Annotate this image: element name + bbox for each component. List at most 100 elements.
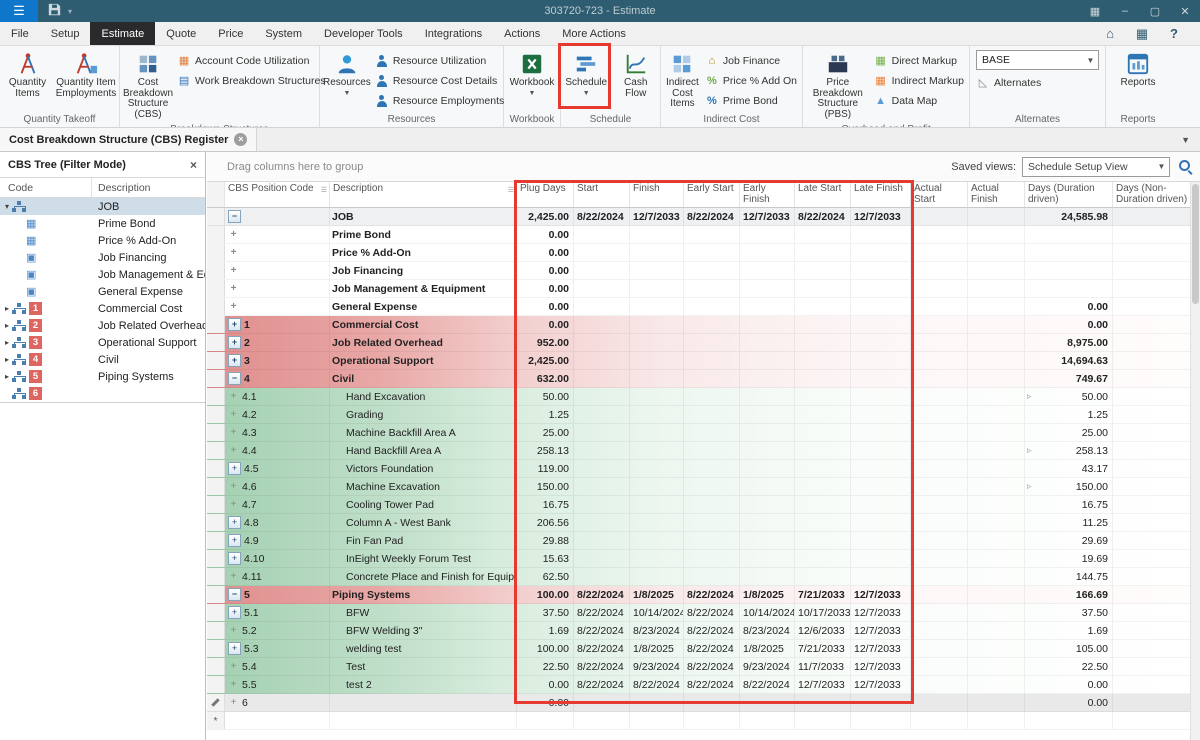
- tree-row[interactable]: ▸3Operational Support: [0, 334, 205, 351]
- cell-actual-finish[interactable]: [968, 208, 1025, 225]
- cell-position-code[interactable]: +5.5: [225, 676, 330, 693]
- grid-row[interactable]: −JOB2,425.008/22/202412/7/20338/22/20241…: [207, 208, 1190, 226]
- cell-position-code[interactable]: −: [225, 208, 330, 225]
- cell-days-duration-driven[interactable]: 37.50: [1025, 604, 1113, 621]
- cell-position-code[interactable]: +4.9: [225, 532, 330, 549]
- cell-description[interactable]: Civil: [330, 370, 517, 387]
- cell-actual-start[interactable]: [911, 388, 968, 405]
- cell-days-duration-driven[interactable]: 8,975.00: [1025, 334, 1113, 351]
- cell-plug-days[interactable]: 0.00: [517, 244, 574, 261]
- cell-early-finish[interactable]: [740, 244, 795, 261]
- tab-close-icon[interactable]: ×: [234, 133, 247, 146]
- cell-start[interactable]: [574, 406, 630, 423]
- cell-actual-start[interactable]: [911, 496, 968, 513]
- reports-button[interactable]: Reports: [1112, 48, 1164, 91]
- cell-position-code[interactable]: −5: [225, 586, 330, 603]
- cell-days-duration-driven[interactable]: 24,585.98: [1025, 208, 1113, 225]
- cell-days-duration-driven[interactable]: 105.00: [1025, 640, 1113, 657]
- grid-row[interactable]: +4.6Machine Excavation150.00▹150.00: [207, 478, 1190, 496]
- cell-description[interactable]: Column A - West Bank: [330, 514, 517, 531]
- cell-finish[interactable]: [630, 388, 684, 405]
- expand-icon[interactable]: +: [228, 679, 239, 690]
- expand-icon[interactable]: +: [228, 697, 239, 708]
- schedule-button[interactable]: Schedule ▼: [563, 48, 609, 100]
- cell-days-duration-driven[interactable]: [1025, 262, 1113, 279]
- cell-finish[interactable]: 10/14/2024: [630, 604, 684, 621]
- cell-early-finish[interactable]: [740, 280, 795, 297]
- cell-position-code[interactable]: [225, 712, 330, 729]
- cell-start[interactable]: [574, 244, 630, 261]
- cell-early-start[interactable]: [684, 352, 740, 369]
- cell-early-start[interactable]: 8/22/2024: [684, 604, 740, 621]
- cell-position-code[interactable]: +4.6: [225, 478, 330, 495]
- cell-early-start[interactable]: [684, 388, 740, 405]
- cell-late-start[interactable]: [795, 370, 851, 387]
- column-header[interactable]: Days (Duration driven): [1025, 182, 1113, 207]
- cell-finish[interactable]: [630, 712, 684, 729]
- cell-actual-start[interactable]: [911, 442, 968, 459]
- cell-finish[interactable]: [630, 568, 684, 585]
- cell-actual-finish[interactable]: [968, 352, 1025, 369]
- cell-start[interactable]: [574, 298, 630, 315]
- cell-days-duration-driven[interactable]: 19.69: [1025, 550, 1113, 567]
- cell-start[interactable]: [574, 478, 630, 495]
- cell-late-finish[interactable]: 12/7/2033: [851, 622, 911, 639]
- cell-early-finish[interactable]: 8/22/2024: [740, 676, 795, 693]
- cell-finish[interactable]: [630, 424, 684, 441]
- column-header[interactable]: Finish: [630, 182, 684, 207]
- cell-finish[interactable]: [630, 514, 684, 531]
- indirect-markup-button[interactable]: ▦ Indirect Markup: [871, 71, 967, 91]
- cell-late-start[interactable]: [795, 514, 851, 531]
- data-map-button[interactable]: ▲ Data Map: [871, 91, 967, 111]
- cell-early-finish[interactable]: 1/8/2025: [740, 640, 795, 657]
- cell-start[interactable]: [574, 424, 630, 441]
- cell-days-non-duration-driven[interactable]: [1113, 370, 1190, 387]
- cell-actual-finish[interactable]: [968, 622, 1025, 639]
- cell-actual-start[interactable]: [911, 208, 968, 225]
- cell-late-finish[interactable]: [851, 298, 911, 315]
- cell-plug-days[interactable]: 0.00: [517, 280, 574, 297]
- cell-actual-finish[interactable]: [968, 658, 1025, 675]
- cell-plug-days[interactable]: 952.00: [517, 334, 574, 351]
- cost-breakdown-structure-button[interactable]: Cost Breakdown Structure (CBS): [122, 48, 174, 122]
- cell-days-non-duration-driven[interactable]: [1113, 352, 1190, 369]
- cell-late-finish[interactable]: [851, 496, 911, 513]
- cell-days-duration-driven[interactable]: ▹258.13: [1025, 442, 1113, 459]
- cell-start[interactable]: [574, 712, 630, 729]
- grid-row[interactable]: +60.000.00: [207, 694, 1190, 712]
- cell-finish[interactable]: [630, 406, 684, 423]
- cell-actual-start[interactable]: [911, 406, 968, 423]
- cell-actual-start[interactable]: [911, 226, 968, 243]
- cell-description[interactable]: BFW Welding 3": [330, 622, 517, 639]
- estimate-home-icon[interactable]: ⌂: [1102, 26, 1118, 41]
- cell-early-start[interactable]: [684, 478, 740, 495]
- cell-late-start[interactable]: [795, 424, 851, 441]
- cell-description[interactable]: Hand Backfill Area A: [330, 442, 517, 459]
- cell-late-finish[interactable]: [851, 424, 911, 441]
- cell-finish[interactable]: [630, 244, 684, 261]
- workbook-button[interactable]: Workbook ▼: [506, 48, 558, 100]
- grid-row[interactable]: +4.4Hand Backfill Area A258.13▹258.13: [207, 442, 1190, 460]
- cell-plug-days[interactable]: 50.00: [517, 388, 574, 405]
- cell-position-code[interactable]: +4.7: [225, 496, 330, 513]
- cell-plug-days[interactable]: 150.00: [517, 478, 574, 495]
- cell-plug-days[interactable]: 632.00: [517, 370, 574, 387]
- grid-row[interactable]: +4.10InEight Weekly Forum Test15.6319.69: [207, 550, 1190, 568]
- expand-icon[interactable]: +: [228, 642, 241, 655]
- cell-early-finish[interactable]: [740, 316, 795, 333]
- cell-late-start[interactable]: [795, 262, 851, 279]
- cell-early-finish[interactable]: [740, 406, 795, 423]
- cell-description[interactable]: Fin Fan Pad: [330, 532, 517, 549]
- cell-days-non-duration-driven[interactable]: [1113, 316, 1190, 333]
- tree-row[interactable]: ▸1Commercial Cost: [0, 300, 205, 317]
- cell-early-finish[interactable]: 12/7/2033: [740, 208, 795, 225]
- grid-row[interactable]: +4.5Victors Foundation119.0043.17: [207, 460, 1190, 478]
- column-header[interactable]: Late Start: [795, 182, 851, 207]
- cell-days-duration-driven[interactable]: 749.67: [1025, 370, 1113, 387]
- cell-description[interactable]: Victors Foundation: [330, 460, 517, 477]
- grid-row[interactable]: +Prime Bond0.00: [207, 226, 1190, 244]
- cell-late-start[interactable]: 7/21/2033: [795, 640, 851, 657]
- cell-plug-days[interactable]: 100.00: [517, 586, 574, 603]
- column-header[interactable]: Plug Days: [517, 182, 574, 207]
- cell-late-start[interactable]: [795, 244, 851, 261]
